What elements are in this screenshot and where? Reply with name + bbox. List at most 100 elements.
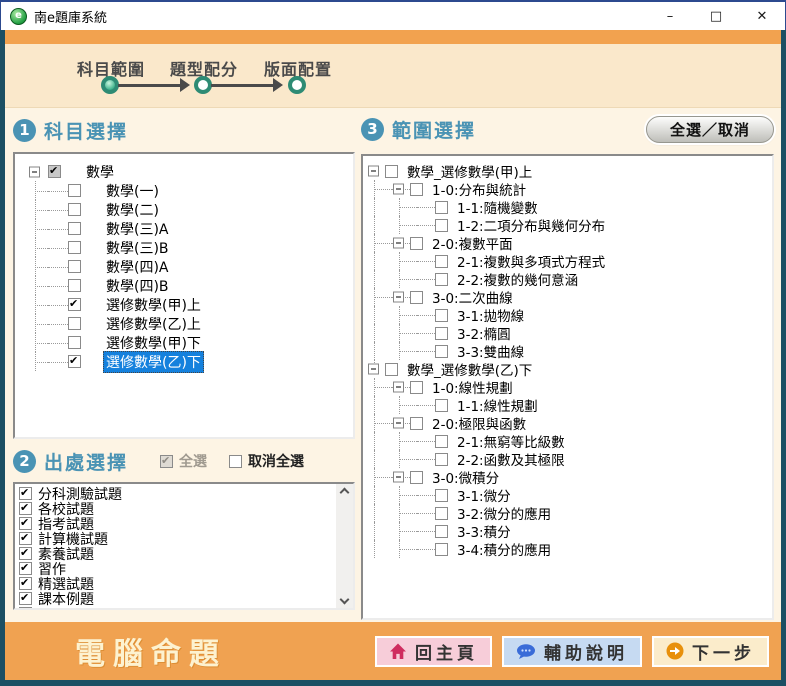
source-checkbox[interactable] bbox=[19, 547, 32, 560]
tree-checkbox[interactable] bbox=[435, 255, 448, 268]
tree-checkbox[interactable] bbox=[410, 291, 423, 304]
tree-checkbox[interactable] bbox=[435, 345, 448, 358]
tree-connector bbox=[367, 162, 385, 180]
tree-node[interactable]: 3-3:積分 bbox=[367, 522, 772, 540]
tree-node[interactable]: 3-2:橢圓 bbox=[367, 324, 772, 342]
select-toggle-button[interactable]: 全選／取消 bbox=[646, 116, 774, 143]
tree-node[interactable]: 數學(二) bbox=[28, 200, 353, 219]
tree-checkbox-cell bbox=[435, 306, 452, 324]
source-checkbox[interactable] bbox=[19, 487, 32, 500]
tree-node[interactable]: 3-3:雙曲線 bbox=[367, 342, 772, 360]
deselect-all-checkbox[interactable] bbox=[229, 455, 242, 468]
tree-checkbox[interactable] bbox=[435, 489, 448, 502]
tree-checkbox[interactable] bbox=[68, 279, 81, 292]
tree-node[interactable]: 3-1:拋物線 bbox=[367, 306, 772, 324]
tree-node[interactable]: 1-1:線性規劃 bbox=[367, 396, 772, 414]
collapse-minus-icon[interactable] bbox=[368, 364, 379, 375]
collapse-minus-icon[interactable] bbox=[393, 382, 404, 393]
tree-node[interactable]: 3-2:微分的應用 bbox=[367, 504, 772, 522]
tree-checkbox[interactable] bbox=[435, 327, 448, 340]
tree-checkbox[interactable] bbox=[410, 237, 423, 250]
scroll-down-icon[interactable] bbox=[340, 595, 350, 605]
tree-node[interactable]: 2-2:複數的幾何意涵 bbox=[367, 270, 772, 288]
tree-checkbox[interactable] bbox=[68, 241, 81, 254]
tree-checkbox[interactable] bbox=[385, 363, 398, 376]
tree-checkbox[interactable] bbox=[410, 471, 423, 484]
tree-node[interactable]: 1-2:二項分布與幾何分布 bbox=[367, 216, 772, 234]
tree-node[interactable]: 選修數學(乙)上 bbox=[28, 314, 353, 333]
tree-node[interactable]: 數學_選修數學(甲)上 bbox=[367, 162, 772, 180]
source-item[interactable]: 課本例題 bbox=[19, 591, 353, 606]
collapse-minus-icon[interactable] bbox=[393, 472, 404, 483]
tree-node[interactable]: 選修數學(甲)下 bbox=[28, 333, 353, 352]
source-checkbox[interactable] bbox=[19, 577, 32, 590]
tree-checkbox[interactable] bbox=[68, 260, 81, 273]
tree-node[interactable]: 1-0:線性規劃 bbox=[367, 378, 772, 396]
tree-checkbox[interactable] bbox=[410, 381, 423, 394]
scrollbar[interactable] bbox=[336, 484, 353, 608]
tree-checkbox[interactable] bbox=[435, 201, 448, 214]
collapse-minus-icon[interactable] bbox=[393, 418, 404, 429]
tree-checkbox[interactable] bbox=[435, 399, 448, 412]
tree-checkbox[interactable] bbox=[435, 525, 448, 538]
tree-checkbox[interactable] bbox=[68, 184, 81, 197]
tree-node[interactable]: 數學(四)B bbox=[28, 276, 353, 295]
source-checkbox[interactable] bbox=[19, 502, 32, 515]
tree-checkbox[interactable] bbox=[435, 309, 448, 322]
tree-checkbox[interactable] bbox=[68, 203, 81, 216]
source-item-label: 課本例題 bbox=[36, 589, 96, 609]
tree-checkbox[interactable] bbox=[410, 183, 423, 196]
tree-connector bbox=[392, 414, 410, 432]
collapse-minus-icon[interactable] bbox=[393, 238, 404, 249]
source-checkbox[interactable] bbox=[19, 607, 32, 610]
tree-node[interactable]: 3-1:微分 bbox=[367, 486, 772, 504]
tree-node[interactable]: 2-2:函數及其極限 bbox=[367, 450, 772, 468]
tree-checkbox[interactable] bbox=[68, 355, 81, 368]
source-checkbox[interactable] bbox=[19, 532, 32, 545]
tree-checkbox[interactable] bbox=[385, 165, 398, 178]
tree-node[interactable]: 數學(三)B bbox=[28, 238, 353, 257]
home-button[interactable]: 回主頁 bbox=[375, 636, 492, 667]
tree-checkbox-cell bbox=[410, 468, 427, 486]
tree-node[interactable]: 數學(四)A bbox=[28, 257, 353, 276]
collapse-minus-icon[interactable] bbox=[393, 292, 404, 303]
tree-node[interactable]: 選修數學(乙)下 bbox=[28, 352, 353, 371]
tree-node[interactable]: 1-0:分布與統計 bbox=[367, 180, 772, 198]
collapse-minus-icon[interactable] bbox=[393, 184, 404, 195]
tree-node[interactable]: 3-0:微積分 bbox=[367, 468, 772, 486]
tree-checkbox[interactable] bbox=[435, 453, 448, 466]
next-button[interactable]: 下一步 bbox=[652, 636, 769, 667]
tree-node[interactable]: 數學 bbox=[28, 162, 353, 181]
source-item[interactable]: 素養試題 bbox=[19, 546, 353, 561]
tree-checkbox[interactable] bbox=[68, 222, 81, 235]
tree-node[interactable]: 2-1:無窮等比級數 bbox=[367, 432, 772, 450]
select-all-checkbox[interactable] bbox=[160, 455, 173, 468]
minimize-button[interactable]: – bbox=[647, 2, 693, 30]
tree-checkbox[interactable] bbox=[68, 298, 81, 311]
tree-node[interactable]: 數學(三)A bbox=[28, 219, 353, 238]
tree-checkbox[interactable] bbox=[435, 273, 448, 286]
tree-checkbox[interactable] bbox=[435, 507, 448, 520]
close-button[interactable]: ✕ bbox=[739, 2, 785, 30]
source-checkbox[interactable] bbox=[19, 592, 32, 605]
tree-checkbox[interactable] bbox=[48, 165, 61, 178]
scroll-up-icon[interactable] bbox=[340, 488, 350, 498]
tree-checkbox[interactable] bbox=[410, 417, 423, 430]
tree-node[interactable]: 選修數學(甲)上 bbox=[28, 295, 353, 314]
tree-checkbox[interactable] bbox=[68, 317, 81, 330]
tree-node[interactable]: 3-0:二次曲線 bbox=[367, 288, 772, 306]
tree-node[interactable]: 2-0:極限與函數 bbox=[367, 414, 772, 432]
collapse-minus-icon[interactable] bbox=[368, 166, 379, 177]
tree-checkbox[interactable] bbox=[435, 219, 448, 232]
help-button[interactable]: 輔助說明 bbox=[502, 636, 642, 667]
tree-checkbox[interactable] bbox=[68, 336, 81, 349]
tree-node[interactable]: 數學(一) bbox=[28, 181, 353, 200]
tree-checkbox[interactable] bbox=[435, 435, 448, 448]
maximize-button[interactable]: □ bbox=[693, 2, 739, 30]
source-checkbox[interactable] bbox=[19, 562, 32, 575]
collapse-minus-icon[interactable] bbox=[29, 166, 40, 177]
tree-node[interactable]: 數學_選修數學(乙)下 bbox=[367, 360, 772, 378]
tree-checkbox[interactable] bbox=[435, 543, 448, 556]
source-checkbox[interactable] bbox=[19, 517, 32, 530]
tree-node[interactable]: 3-4:積分的應用 bbox=[367, 540, 772, 558]
